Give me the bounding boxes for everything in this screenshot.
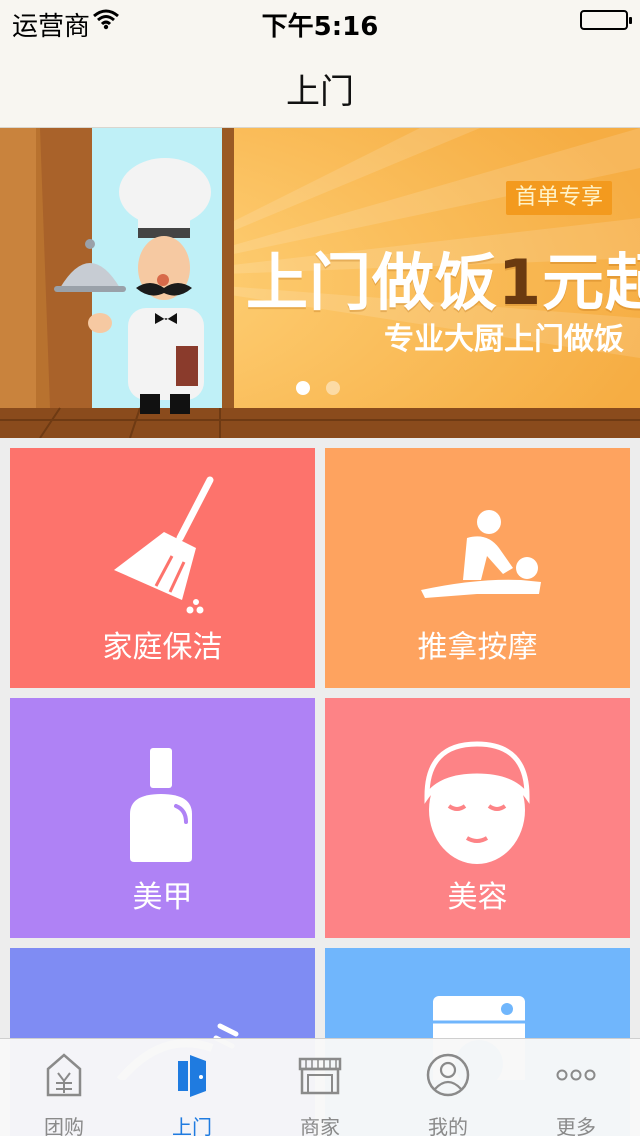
- store-icon: [298, 1057, 342, 1095]
- tab-profile[interactable]: 我的: [384, 1039, 512, 1136]
- service-label: 美甲: [132, 880, 193, 915]
- more-icon: [556, 1069, 596, 1081]
- service-label: 家庭保洁: [102, 630, 223, 665]
- tab-label: 我的: [428, 1115, 468, 1136]
- status-bar: 运营商 下午5:16: [0, 0, 640, 42]
- tab-bar: 团购 上门 商家 我的 更多: [0, 1038, 640, 1136]
- broom-icon: [114, 476, 214, 614]
- clock: 下午5:16: [261, 12, 379, 42]
- tab-label: 商家: [300, 1115, 340, 1136]
- page-dot-1[interactable]: [296, 381, 310, 395]
- banner-subtitle: 专业大厨上门做饭: [384, 322, 624, 357]
- tab-label: 团购: [44, 1115, 84, 1136]
- promo-banner[interactable]: 首单专享 上门做饭1元起 专业大厨上门做饭: [0, 128, 640, 438]
- facial-icon: [424, 741, 530, 864]
- battery-icon: [580, 10, 632, 30]
- profile-icon: [426, 1053, 470, 1097]
- service-tile-manicure[interactable]: 美甲: [10, 698, 315, 938]
- tab-merchants[interactable]: 商家: [256, 1039, 384, 1136]
- massage-icon: [421, 510, 541, 598]
- service-tile-beauty[interactable]: 美容: [325, 698, 630, 938]
- group-buy-icon: [46, 1053, 82, 1097]
- tab-door-service[interactable]: 上门: [128, 1039, 256, 1136]
- promo-badge: 首单专享: [506, 181, 612, 215]
- page-title: 上门: [286, 72, 354, 112]
- service-label: 美容: [447, 880, 508, 915]
- door-icon: [178, 1055, 206, 1097]
- service-tile-massage[interactable]: 推拿按摩: [325, 448, 630, 688]
- banner-headline: 上门做饭1元起: [246, 246, 640, 319]
- tab-label: 上门: [172, 1115, 212, 1136]
- service-tile-cleaning[interactable]: 家庭保洁: [10, 448, 315, 688]
- tab-more[interactable]: 更多: [512, 1039, 640, 1136]
- page-dot-2[interactable]: [326, 381, 340, 395]
- tab-group-buy[interactable]: 团购: [0, 1039, 128, 1136]
- navigation-bar: 上门: [0, 40, 640, 128]
- page-indicator[interactable]: [296, 380, 356, 399]
- service-label: 推拿按摩: [417, 630, 538, 665]
- tab-label: 更多: [556, 1115, 596, 1136]
- nail-polish-icon: [130, 748, 192, 862]
